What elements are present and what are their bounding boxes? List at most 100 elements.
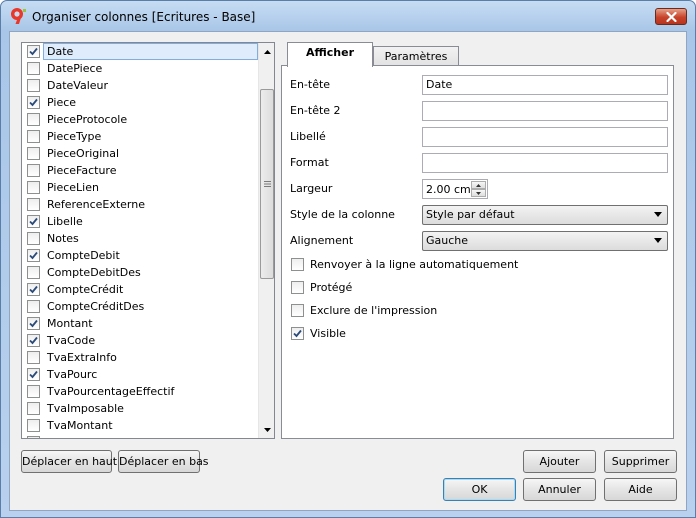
- list-item[interactable]: PieceType: [22, 128, 258, 145]
- list-item[interactable]: TvaPourc: [22, 366, 258, 383]
- move-up-button[interactable]: Déplacer en haut: [21, 450, 117, 473]
- add-button[interactable]: Ajouter: [523, 450, 596, 473]
- format-input[interactable]: [422, 153, 668, 173]
- checkbox-box[interactable]: [27, 164, 40, 177]
- checkbox-box[interactable]: [291, 281, 304, 294]
- chevron-down-icon: [654, 212, 662, 217]
- list-item-label: PieceLien: [47, 181, 99, 194]
- style-label: Style de la colonne: [290, 208, 395, 221]
- tab-afficher-label: Afficher: [305, 46, 355, 59]
- checkbox-box[interactable]: [27, 300, 40, 313]
- list-item[interactable]: CompteDebit: [22, 247, 258, 264]
- list-item[interactable]: PieceProtocole: [22, 111, 258, 128]
- checkbox-box[interactable]: [27, 45, 40, 58]
- list-item[interactable]: TvaExtraInfo: [22, 349, 258, 366]
- checkbox-box[interactable]: [27, 283, 40, 296]
- spin-down-button[interactable]: [471, 189, 486, 197]
- list-item[interactable]: Montant: [22, 315, 258, 332]
- scroll-thumb[interactable]: [260, 89, 274, 279]
- list-item[interactable]: TvaCompte: [22, 434, 258, 438]
- option-exclure-checkbox[interactable]: Exclure de l'impression: [291, 304, 437, 317]
- list-item[interactable]: PieceLien: [22, 179, 258, 196]
- list-item-label: DateValeur: [47, 79, 109, 92]
- checkbox-box[interactable]: [291, 304, 304, 317]
- delete-button[interactable]: Supprimer: [604, 450, 677, 473]
- checkbox-box[interactable]: [27, 385, 40, 398]
- list-item[interactable]: ReferenceExterne: [22, 196, 258, 213]
- afficher-panel: En-tête Date En-tête 2 Libellé Format La…: [281, 65, 674, 439]
- list-item[interactable]: Libelle: [22, 213, 258, 230]
- list-item[interactable]: TvaPourcentageEffectif: [22, 383, 258, 400]
- checkbox-box[interactable]: [27, 334, 40, 347]
- list-item[interactable]: TvaMontant: [22, 417, 258, 434]
- checkbox-box[interactable]: [27, 198, 40, 211]
- list-item[interactable]: PieceOriginal: [22, 145, 258, 162]
- list-item-label: TvaMontant: [47, 419, 113, 432]
- scroll-up-button[interactable]: [259, 43, 274, 60]
- list-item-label: TvaPourc: [47, 368, 98, 381]
- list-item-label: CompteDebit: [47, 249, 120, 262]
- checkbox-box[interactable]: [27, 402, 40, 415]
- column-list[interactable]: Date DatePiece DateValeur Piece PieceProtoco…: [21, 42, 275, 439]
- help-button[interactable]: Aide: [604, 478, 677, 501]
- title-bar[interactable]: Organiser colonnes [Ecritures - Base]: [1, 1, 695, 31]
- option-wrap-checkbox[interactable]: Renvoyer à la ligne automatiquement: [291, 258, 518, 271]
- checkbox-box[interactable]: [291, 258, 304, 271]
- checkbox-box[interactable]: [27, 317, 40, 330]
- checkbox-box[interactable]: [27, 215, 40, 228]
- list-item[interactable]: Notes: [22, 230, 258, 247]
- checkbox-box[interactable]: [27, 232, 40, 245]
- list-item[interactable]: TvaImposable: [22, 400, 258, 417]
- checkbox-box[interactable]: [291, 327, 304, 340]
- list-item-label: TvaCode: [47, 334, 96, 347]
- dialog-client-area: Date DatePiece DateValeur Piece PieceProtoco…: [9, 31, 687, 511]
- option-protege-checkbox[interactable]: Protégé: [291, 281, 352, 294]
- column-list-scrollbar[interactable]: [258, 43, 274, 438]
- option-visible-checkbox[interactable]: Visible: [291, 327, 346, 340]
- checkbox-box[interactable]: [27, 181, 40, 194]
- largeur-spinner[interactable]: 2.00 cm: [422, 179, 488, 199]
- checkbox-box[interactable]: [27, 368, 40, 381]
- checkbox-box[interactable]: [27, 436, 40, 438]
- checkbox-box[interactable]: [27, 62, 40, 75]
- list-item-label: PieceOriginal: [47, 147, 120, 160]
- tab-afficher[interactable]: Afficher: [287, 42, 373, 67]
- checkmark-icon: [29, 98, 38, 107]
- scroll-down-arrow-icon: [264, 427, 271, 432]
- style-select[interactable]: Style par défaut: [422, 205, 668, 225]
- checkbox-box[interactable]: [27, 79, 40, 92]
- checkbox-box[interactable]: [27, 266, 40, 279]
- list-item[interactable]: CompteDebitDes: [22, 264, 258, 281]
- entete-input[interactable]: Date: [422, 75, 668, 95]
- list-item[interactable]: TvaCode: [22, 332, 258, 349]
- list-item[interactable]: CompteCrédit: [22, 281, 258, 298]
- checkbox-box[interactable]: [27, 113, 40, 126]
- checkbox-box[interactable]: [27, 96, 40, 109]
- checkbox-box[interactable]: [27, 419, 40, 432]
- close-button[interactable]: [655, 8, 687, 25]
- list-item[interactable]: Date: [22, 43, 258, 60]
- scroll-down-button[interactable]: [259, 421, 274, 438]
- spin-up-button[interactable]: [471, 181, 486, 189]
- list-item[interactable]: DatePiece: [22, 60, 258, 77]
- checkbox-box[interactable]: [27, 351, 40, 364]
- checkbox-box[interactable]: [27, 147, 40, 160]
- alignement-select[interactable]: Gauche: [422, 231, 668, 251]
- list-item[interactable]: CompteCréditDes: [22, 298, 258, 315]
- checkmark-icon: [29, 370, 38, 379]
- cancel-button[interactable]: Annuler: [523, 478, 596, 501]
- checkbox-box[interactable]: [27, 249, 40, 262]
- entete2-input[interactable]: [422, 101, 668, 121]
- grip-icon: [263, 181, 271, 187]
- ok-button[interactable]: OK: [443, 478, 516, 501]
- move-down-button[interactable]: Déplacer en bas: [118, 450, 209, 473]
- option-exclure-label: Exclure de l'impression: [310, 304, 438, 317]
- largeur-label: Largeur: [290, 182, 333, 195]
- list-item-label: TvaExtraInfo: [47, 351, 117, 364]
- list-item[interactable]: PieceFacture: [22, 162, 258, 179]
- list-item[interactable]: DateValeur: [22, 77, 258, 94]
- checkbox-box[interactable]: [27, 130, 40, 143]
- column-list-rows: Date DatePiece DateValeur Piece PieceProtoco…: [22, 43, 258, 438]
- libelle-input[interactable]: [422, 127, 668, 147]
- list-item[interactable]: Piece: [22, 94, 258, 111]
